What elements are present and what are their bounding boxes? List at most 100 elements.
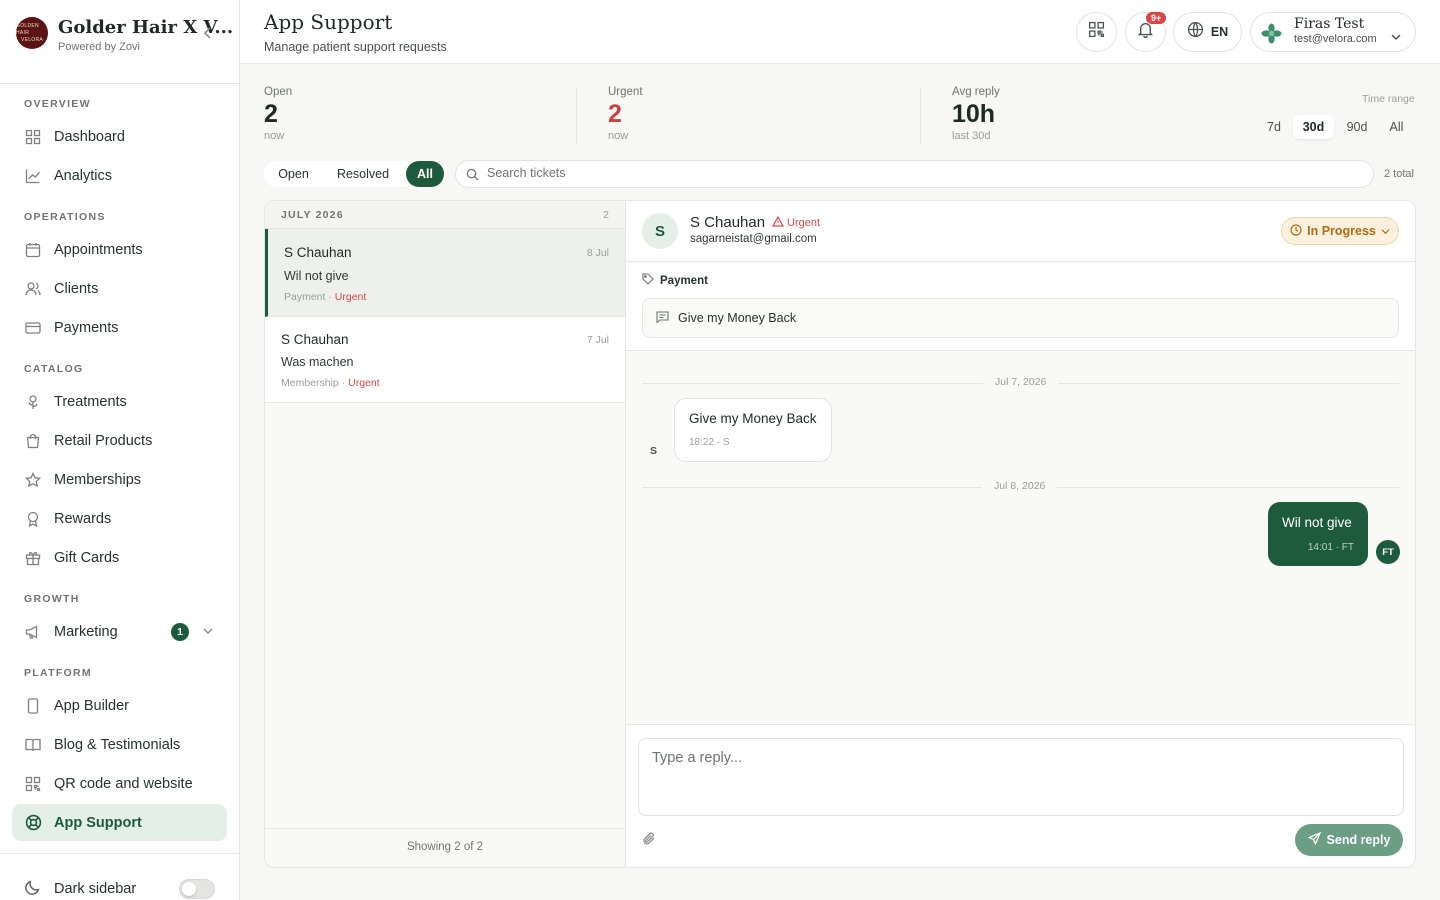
send-reply-button[interactable]: Send reply bbox=[1295, 824, 1403, 856]
sidebar-item-label: App Builder bbox=[54, 697, 129, 714]
time-range-7d[interactable]: 7d bbox=[1260, 115, 1288, 139]
bag-icon bbox=[24, 432, 42, 450]
chevron-down-icon[interactable] bbox=[203, 626, 213, 638]
sidebar-item-label: Payments bbox=[54, 319, 119, 336]
section-catalog: CATALOG bbox=[24, 363, 84, 375]
brand-powered-by: Powered by Zovi bbox=[58, 41, 140, 53]
language-label: EN bbox=[1210, 25, 1229, 39]
filter-open[interactable]: Open bbox=[268, 161, 319, 187]
ticket-date: 7 Jul bbox=[586, 334, 609, 346]
moon-icon bbox=[24, 879, 41, 900]
section-operations: OPERATIONS bbox=[24, 211, 106, 223]
lifebuoy-icon bbox=[24, 814, 42, 832]
grid-icon bbox=[24, 128, 42, 146]
qr-code-button[interactable] bbox=[1076, 12, 1117, 52]
logo-text-top: GOLDEN HAIR bbox=[16, 22, 39, 36]
ticket-meta: Payment · Urgent bbox=[284, 291, 367, 303]
filter-all[interactable]: All bbox=[406, 161, 444, 187]
ticket-detail: S S Chauhan Urgent sagarneistat@gmail.co… bbox=[626, 201, 1415, 867]
stat-urgent: Urgent 2 now bbox=[608, 86, 643, 142]
customer-email: sagarneistat@gmail.com bbox=[690, 233, 817, 245]
megaphone-icon bbox=[24, 623, 42, 641]
marketing-count-badge: 1 bbox=[171, 622, 189, 641]
ticket-name: S Chauhan bbox=[284, 245, 352, 260]
status-dropdown[interactable]: In Progress bbox=[1281, 217, 1399, 245]
user-email: test@velora.com bbox=[1294, 33, 1377, 45]
sidebar-item-app-builder[interactable]: App Builder bbox=[12, 687, 227, 724]
sidebar-item-gift-cards[interactable]: Gift Cards bbox=[12, 539, 227, 576]
sidebar-item-clients[interactable]: Clients bbox=[12, 270, 227, 307]
ticket-list: JULY 2026 2 S Chauhan 8 Jul Wil not give… bbox=[265, 201, 626, 867]
dark-sidebar-label: Dark sidebar bbox=[54, 881, 137, 897]
sidebar-item-app-support[interactable]: App Support bbox=[12, 804, 227, 841]
paperclip-icon[interactable] bbox=[642, 831, 656, 851]
sidebar-item-memberships[interactable]: Memberships bbox=[12, 461, 227, 498]
app-root: GOLDEN HAIR VELORA Golder Hair X V... Po… bbox=[0, 0, 1440, 900]
sender-avatar: S bbox=[650, 445, 658, 457]
ticket-date: 8 Jul bbox=[586, 247, 609, 259]
sidebar-item-label: Analytics bbox=[54, 167, 113, 184]
category-tag: Payment bbox=[642, 273, 708, 288]
time-range-30d[interactable]: 30d bbox=[1293, 115, 1334, 139]
sidebar-item-qr-code[interactable]: QR code and website bbox=[12, 765, 227, 802]
sidebar-item-retail-products[interactable]: Retail Products bbox=[12, 422, 227, 459]
sidebar-item-label: Clients bbox=[54, 280, 99, 297]
sidebar-item-marketing[interactable]: Marketing 1 bbox=[12, 613, 227, 650]
card-icon bbox=[24, 319, 42, 337]
phone-icon bbox=[24, 697, 42, 715]
ticket-priority: Urgent bbox=[348, 377, 380, 389]
ticket-name: S Chauhan bbox=[281, 332, 349, 347]
ticket-subject: Wil not give bbox=[284, 269, 349, 283]
message-text: Give my Money Back bbox=[689, 411, 817, 426]
sidebar-item-label: Blog & Testimonials bbox=[54, 736, 181, 753]
ticket-subject-box: Give my Money Back bbox=[642, 298, 1399, 338]
notifications-button[interactable]: 9+ bbox=[1125, 12, 1167, 52]
sidebar-item-label: QR code and website bbox=[54, 775, 193, 792]
sidebar-item-dashboard[interactable]: Dashboard bbox=[12, 118, 227, 155]
month-count: 2 bbox=[603, 209, 609, 221]
tickets-panel: JULY 2026 2 S Chauhan 8 Jul Wil not give… bbox=[264, 200, 1416, 868]
user-menu[interactable]: Firas Test test@velora.com bbox=[1250, 12, 1416, 52]
stat-sub: now bbox=[264, 130, 285, 142]
sidebar-item-label: Marketing bbox=[54, 623, 118, 640]
filter-resolved[interactable]: Resolved bbox=[325, 161, 401, 187]
chart-icon bbox=[24, 167, 42, 185]
sidebar-item-label: App Support bbox=[54, 814, 142, 831]
stat-open: Open 2 now bbox=[264, 86, 292, 142]
sidebar-item-analytics[interactable]: Analytics bbox=[12, 157, 227, 194]
sidebar-item-treatments[interactable]: Treatments bbox=[12, 383, 227, 420]
collapse-sidebar-icon[interactable] bbox=[203, 26, 213, 42]
ticket-priority: Urgent bbox=[334, 291, 367, 303]
award-icon bbox=[24, 510, 42, 528]
flower-icon bbox=[24, 393, 42, 411]
sidebar-item-appointments[interactable]: Appointments bbox=[12, 231, 227, 268]
send-icon bbox=[1306, 831, 1321, 848]
date-divider-label: Jul 8, 2026 bbox=[982, 480, 1058, 492]
urgent-label: Urgent bbox=[787, 217, 821, 229]
search-input[interactable] bbox=[487, 166, 1337, 180]
outgoing-message: Wil not give 14:01 · FT bbox=[1268, 502, 1368, 566]
page-subtitle: Manage patient support requests bbox=[264, 40, 447, 54]
ticket-row[interactable]: S Chauhan 8 Jul Wil not give Payment · U… bbox=[265, 229, 625, 317]
time-range-all[interactable]: All bbox=[1381, 115, 1412, 139]
ticket-category: Membership bbox=[281, 377, 339, 389]
reply-textarea[interactable] bbox=[638, 738, 1404, 816]
stat-value: 2 bbox=[264, 100, 278, 128]
dark-sidebar-toggle[interactable] bbox=[179, 879, 215, 899]
stat-avg-reply: Avg reply 10h last 30d bbox=[952, 86, 1000, 142]
sidebar-item-rewards[interactable]: Rewards bbox=[12, 500, 227, 537]
sidebar-item-payments[interactable]: Payments bbox=[12, 309, 227, 346]
qr-icon bbox=[24, 775, 42, 793]
sidebar-item-blog[interactable]: Blog & Testimonials bbox=[12, 726, 227, 763]
ticket-row[interactable]: S Chauhan 7 Jul Was machen Membership · … bbox=[265, 317, 625, 403]
language-button[interactable]: EN bbox=[1173, 12, 1242, 52]
message-meta: 18:22 · S bbox=[689, 437, 730, 448]
stat-sub: last 30d bbox=[952, 130, 991, 142]
time-range-90d[interactable]: 90d bbox=[1339, 115, 1375, 139]
section-growth: GROWTH bbox=[24, 593, 80, 605]
search-icon bbox=[466, 168, 479, 186]
gift-icon bbox=[24, 549, 42, 567]
incoming-message: Give my Money Back 18:22 · S bbox=[674, 398, 832, 462]
logo-text-bottom: VELORA bbox=[20, 36, 44, 43]
status-label: In Progress bbox=[1307, 224, 1376, 238]
